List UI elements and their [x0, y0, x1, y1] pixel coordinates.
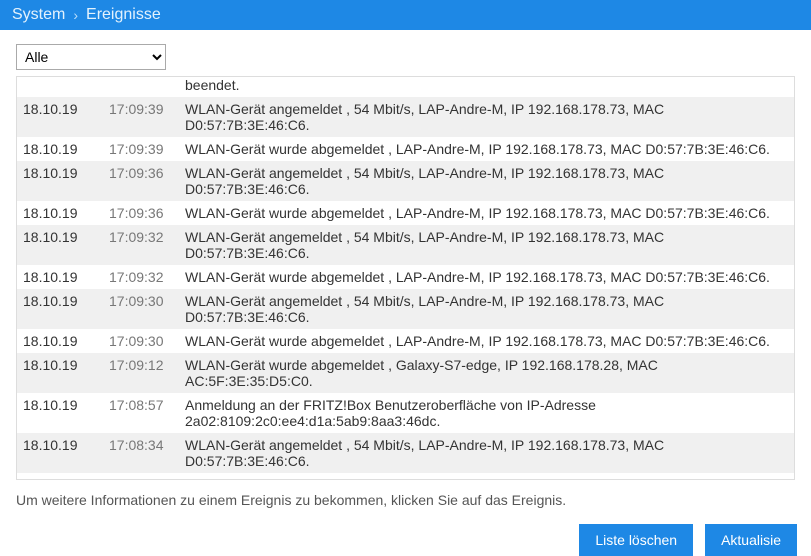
hint-text: Um weitere Informationen zu einem Ereign…: [16, 492, 795, 508]
event-date: 18.10.19: [17, 329, 103, 353]
event-date: 18.10.19: [17, 137, 103, 161]
table-row[interactable]: 18.10.1917:09:36WLAN-Gerät angemeldet , …: [17, 161, 794, 201]
event-time: 17:09:30: [103, 329, 179, 353]
event-message: WLAN-Gerät angemeldet , 54 Mbit/s, LAP-A…: [179, 225, 794, 265]
event-message: WLAN-Gerät wurde abgemeldet , LAP-Andre-…: [179, 473, 794, 480]
event-message: WLAN-Gerät angemeldet , 54 Mbit/s, LAP-A…: [179, 97, 794, 137]
event-message: WLAN-Gerät wurde abgemeldet , LAP-Andre-…: [179, 137, 794, 161]
event-date: 18.10.19: [17, 161, 103, 201]
event-table: beendet.18.10.1917:09:39WLAN-Gerät angem…: [17, 77, 794, 480]
event-time: 17:08:34: [103, 473, 179, 480]
table-row[interactable]: beendet.: [17, 77, 794, 97]
event-filter-select[interactable]: Alle: [16, 44, 166, 70]
event-date: 18.10.19: [17, 265, 103, 289]
table-row[interactable]: 18.10.1917:09:39WLAN-Gerät angemeldet , …: [17, 97, 794, 137]
table-row[interactable]: 18.10.1917:09:36WLAN-Gerät wurde abgemel…: [17, 201, 794, 225]
event-date: 18.10.19: [17, 201, 103, 225]
event-time: 17:09:39: [103, 97, 179, 137]
chevron-right-icon: ›: [73, 7, 78, 23]
event-date: 18.10.19: [17, 289, 103, 329]
event-date: 18.10.19: [17, 225, 103, 265]
refresh-button[interactable]: Aktualisie: [705, 524, 797, 556]
event-time: 17:08:57: [103, 393, 179, 433]
event-time: 17:09:36: [103, 201, 179, 225]
event-time: 17:09:32: [103, 225, 179, 265]
event-message: WLAN-Gerät wurde abgemeldet , LAP-Andre-…: [179, 329, 794, 353]
table-row[interactable]: 18.10.1917:09:39WLAN-Gerät wurde abgemel…: [17, 137, 794, 161]
breadcrumb: System › Ereignisse: [0, 0, 811, 30]
event-message: Anmeldung an der FRITZ!Box Benutzeroberf…: [179, 393, 794, 433]
event-message: WLAN-Gerät wurde abgemeldet , LAP-Andre-…: [179, 201, 794, 225]
breadcrumb-system[interactable]: System: [12, 6, 65, 24]
event-message: WLAN-Gerät wurde abgemeldet , LAP-Andre-…: [179, 265, 794, 289]
event-log-container: beendet.18.10.1917:09:39WLAN-Gerät angem…: [16, 76, 795, 480]
event-message: WLAN-Gerät angemeldet , 54 Mbit/s, LAP-A…: [179, 433, 794, 473]
event-time: 17:08:34: [103, 433, 179, 473]
event-message: WLAN-Gerät wurde abgemeldet , Galaxy-S7-…: [179, 353, 794, 393]
table-row[interactable]: 18.10.1917:08:57Anmeldung an der FRITZ!B…: [17, 393, 794, 433]
event-date: 18.10.19: [17, 97, 103, 137]
event-date: 18.10.19: [17, 433, 103, 473]
table-row[interactable]: 18.10.1917:09:30WLAN-Gerät angemeldet , …: [17, 289, 794, 329]
event-message: WLAN-Gerät angemeldet , 54 Mbit/s, LAP-A…: [179, 161, 794, 201]
event-message: beendet.: [179, 77, 794, 97]
event-time: 17:09:36: [103, 161, 179, 201]
event-date: 18.10.19: [17, 393, 103, 433]
table-row[interactable]: 18.10.1917:09:30WLAN-Gerät wurde abgemel…: [17, 329, 794, 353]
event-date: 18.10.19: [17, 473, 103, 480]
event-time: 17:09:39: [103, 137, 179, 161]
event-date: 18.10.19: [17, 353, 103, 393]
table-row[interactable]: 18.10.1917:09:32WLAN-Gerät wurde abgemel…: [17, 265, 794, 289]
table-row[interactable]: 18.10.1917:09:32WLAN-Gerät angemeldet , …: [17, 225, 794, 265]
table-row[interactable]: 18.10.1917:08:34WLAN-Gerät angemeldet , …: [17, 433, 794, 473]
clear-list-button[interactable]: Liste löschen: [579, 524, 693, 556]
event-time: 17:09:12: [103, 353, 179, 393]
event-time: 17:09:32: [103, 265, 179, 289]
table-row[interactable]: 18.10.1917:09:12WLAN-Gerät wurde abgemel…: [17, 353, 794, 393]
table-row[interactable]: 18.10.1917:08:34WLAN-Gerät wurde abgemel…: [17, 473, 794, 480]
event-message: WLAN-Gerät angemeldet , 54 Mbit/s, LAP-A…: [179, 289, 794, 329]
breadcrumb-events: Ereignisse: [86, 6, 161, 24]
event-time: 17:09:30: [103, 289, 179, 329]
